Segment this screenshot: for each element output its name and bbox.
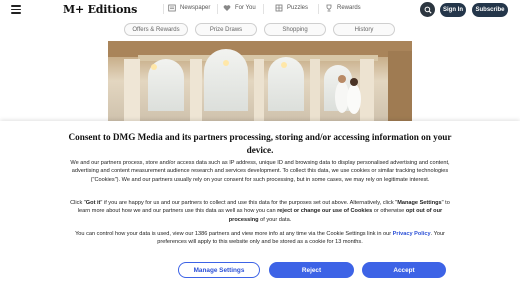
nav-divider xyxy=(163,4,164,14)
consent-paragraph-3: You can control how your data is used, v… xyxy=(64,230,456,247)
site-logo[interactable]: M+ Editions xyxy=(63,3,137,16)
tab-shopping[interactable]: Shopping xyxy=(264,23,326,36)
nav-newspaper[interactable]: Newspaper xyxy=(168,4,210,12)
nav-newspaper-label: Newspaper xyxy=(180,5,211,11)
hero-image xyxy=(108,41,412,121)
consent-dialog: Consent to DMG Media and its partners pr… xyxy=(0,121,520,293)
consent-text: or otherwise xyxy=(372,208,406,215)
trophy-icon xyxy=(326,4,332,12)
consent-text: You can control how your data is used, v… xyxy=(75,231,393,237)
category-tabs: Offers & Rewards Prize Draws Shopping Hi… xyxy=(0,23,520,37)
consent-text: " if you are happy for us and our partne… xyxy=(100,200,398,206)
tab-offers-rewards[interactable]: Offers & Rewards xyxy=(124,23,188,36)
puzzle-icon xyxy=(275,4,283,12)
nav-divider xyxy=(217,4,218,14)
heart-icon xyxy=(223,5,231,11)
nav-rewards-label: Rewards xyxy=(337,5,361,11)
sign-in-button[interactable]: Sign In xyxy=(440,3,466,17)
nav-for-you-label: For You xyxy=(235,5,256,11)
consent-text: Click " xyxy=(70,200,86,206)
privacy-policy-link[interactable]: Privacy Policy xyxy=(393,231,431,237)
reject-button[interactable]: Reject xyxy=(269,262,354,278)
hall-photo xyxy=(108,41,412,121)
consent-bold-text: Manage Settings xyxy=(397,200,442,206)
newspaper-icon xyxy=(168,4,176,12)
nav-for-you[interactable]: For You xyxy=(223,4,256,12)
consent-paragraph-2: Click "Got it" if you are happy for us a… xyxy=(64,199,456,224)
nav-rewards[interactable]: Rewards xyxy=(325,4,361,12)
consent-bold-text: Got it xyxy=(85,200,101,206)
subscribe-button[interactable]: Subscribe xyxy=(472,3,508,17)
top-bar: M+ Editions Newspaper For You Puzzles Re… xyxy=(0,0,520,20)
tab-history[interactable]: History xyxy=(333,23,395,36)
nav-divider xyxy=(263,4,264,14)
tab-prize-draws[interactable]: Prize Draws xyxy=(195,23,257,36)
nav-puzzles[interactable]: Puzzles xyxy=(275,4,308,12)
hamburger-menu-icon[interactable] xyxy=(11,5,21,14)
search-icon xyxy=(424,6,432,14)
consent-paragraph-1: We and our partners process, store and/o… xyxy=(70,160,450,183)
search-button[interactable] xyxy=(420,2,435,17)
nav-puzzles-label: Puzzles xyxy=(287,5,309,11)
consent-bold-text: reject or change our use of Cookies xyxy=(277,208,373,215)
consent-text: of your data. xyxy=(258,216,292,223)
manage-settings-button[interactable]: Manage Settings xyxy=(178,262,260,278)
nav-divider xyxy=(318,4,319,14)
consent-title: Consent to DMG Media and its partners pr… xyxy=(68,132,452,155)
accept-button[interactable]: Accept xyxy=(362,262,446,278)
